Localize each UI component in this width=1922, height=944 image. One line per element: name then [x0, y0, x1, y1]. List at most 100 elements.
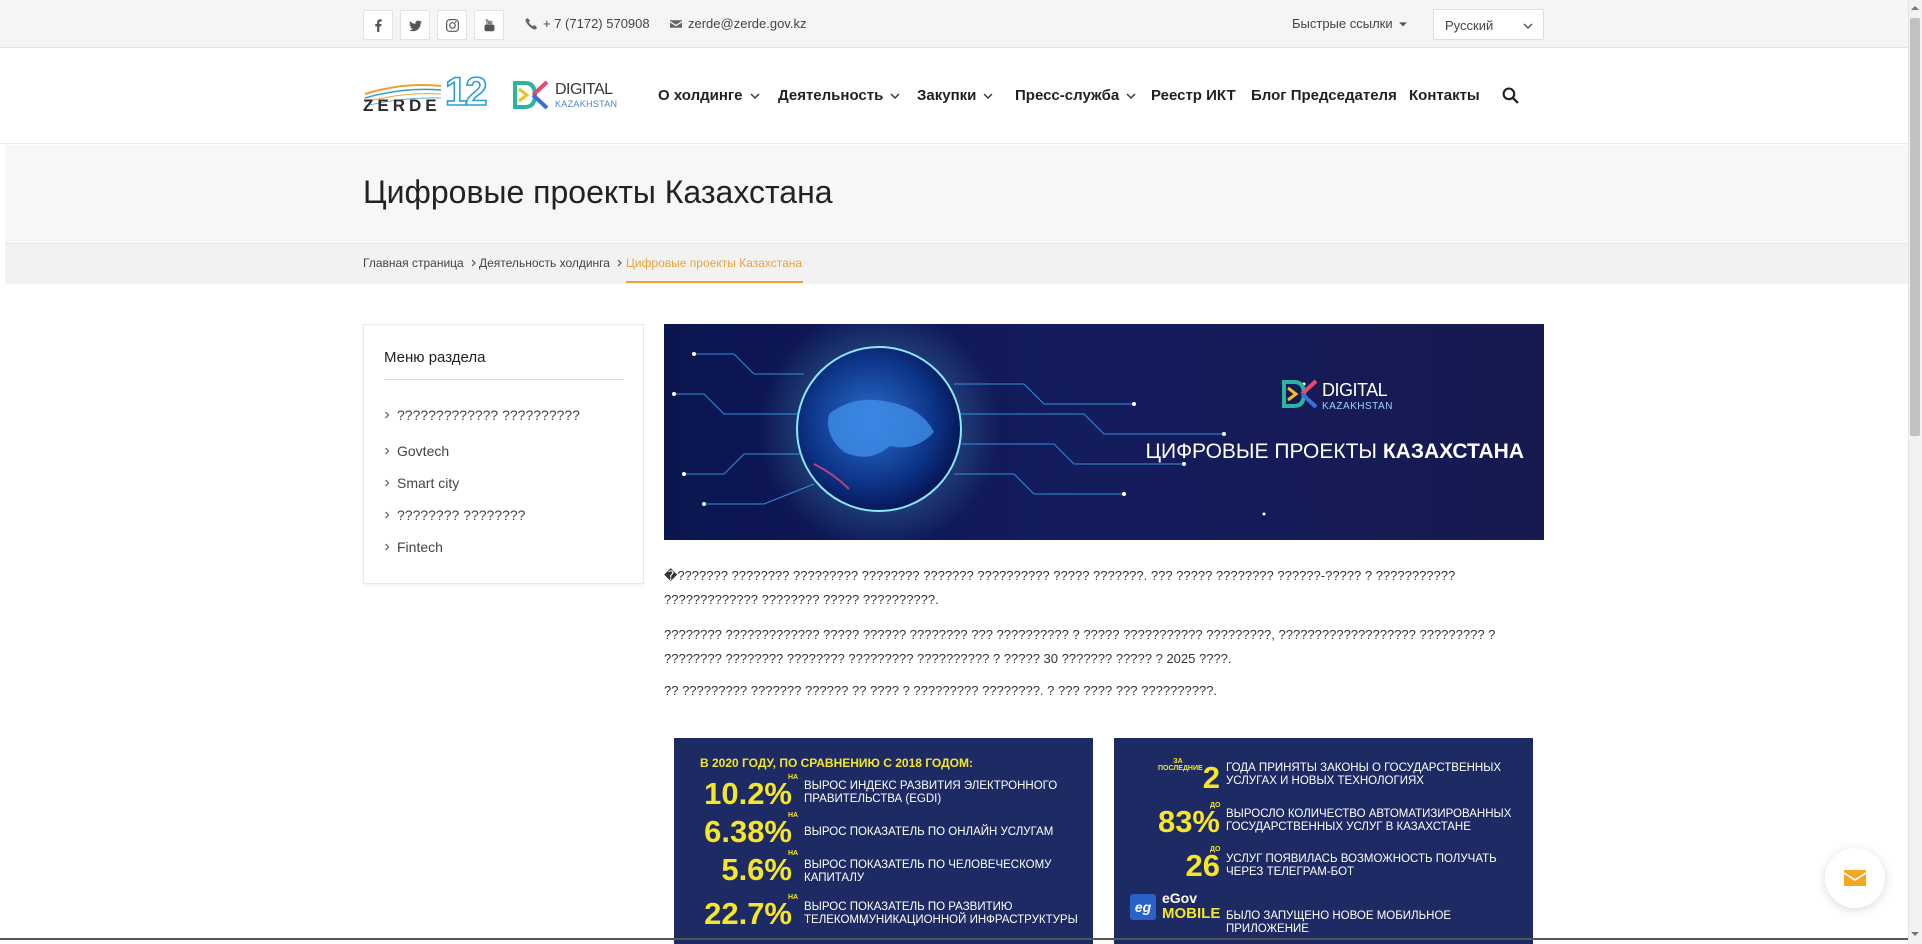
breadcrumb-label: Главная страница [363, 256, 464, 270]
nav-item-procurement[interactable]: Закупки [917, 87, 993, 104]
stat-value: 5.6% [721, 852, 792, 887]
phone-contact[interactable]: + 7 (7172) 570908 [525, 16, 650, 31]
scroll-down-arrow-icon[interactable] [1911, 930, 1919, 938]
email-address: zerde@zerde.gov.kz [688, 16, 807, 31]
section-menu-item[interactable]: ????????????? ?????????? [384, 407, 580, 423]
nav-item-label: Реестр ИКТ [1151, 87, 1236, 104]
stat-prefix: НА [788, 850, 799, 857]
facebook-link[interactable] [363, 10, 393, 40]
scroll-up-arrow-icon[interactable] [1911, 4, 1919, 12]
stat-text: БЫЛО ЗАПУЩЕНО НОВОЕ МОБИЛЬНОЕ ПРИЛОЖЕНИЕ [1226, 910, 1452, 935]
digital-kazakhstan-logo[interactable]: DIGITAL KAZAKHSTAN [513, 79, 623, 111]
zerde-logo-number: 12 [444, 69, 488, 115]
nav-item-chairman-blog[interactable]: Блог Председателя [1251, 87, 1397, 104]
phone-number: + 7 (7172) 570908 [543, 16, 650, 31]
feedback-button[interactable] [1825, 848, 1885, 908]
stat-value: 2 [1202, 760, 1220, 795]
chevron-down-icon [983, 93, 993, 99]
chevron-right-icon [385, 447, 390, 455]
quick-links-dropdown[interactable]: Быстрые ссылки [1292, 16, 1407, 31]
section-menu-item[interactable]: ???????? ???????? [384, 507, 525, 523]
chevron-right-icon [385, 543, 390, 551]
breadcrumb-label: Цифровые проекты Казахстана [626, 256, 803, 270]
stat-value: 83% [1157, 804, 1220, 839]
nav-item-label: О холдинге [658, 87, 743, 104]
envelope-icon [670, 19, 682, 28]
content-paragraph: ???????? ????????????? ????? ?????? ????… [664, 627, 1496, 666]
breadcrumb-item-current: Цифровые проекты Казахстана [626, 256, 802, 270]
banner-logo-line2: KAZAKHSTAN [1322, 401, 1393, 412]
banner-globe-graphic [672, 324, 1318, 540]
stat-text: ВЫРОС ПОКАЗАТЕЛЬ ПО ЧЕЛОВЕЧЕСКОМУ КАПИТА… [804, 859, 1052, 884]
zerde-logo[interactable]: ZERDE 12 [363, 69, 488, 116]
stat-text: ВЫРОС ПОКАЗАТЕЛЬ ПО ОНЛАЙН УСЛУГАМ [804, 826, 1054, 838]
banner-logo-line1: DIGITAL [1322, 380, 1388, 400]
email-contact[interactable]: zerde@zerde.gov.kz [670, 16, 806, 31]
page-title-band [5, 145, 1908, 243]
nav-item-label: Блог Председателя [1251, 87, 1397, 104]
nav-item-activity[interactable]: Деятельность [778, 87, 900, 104]
section-menu-item-govtech[interactable]: Govtech [384, 443, 449, 459]
stat-text: ВЫРОСЛО КОЛИЧЕСТВО АВТОМАТИЗИРОВАННЫХ ГО… [1226, 808, 1512, 833]
nav-item-about[interactable]: О холдинге [658, 87, 760, 104]
section-menu-item-label: ????????????? ?????????? [397, 407, 580, 423]
breadcrumb [5, 243, 1908, 284]
twitter-icon [408, 20, 422, 31]
banner-title-bold: КАЗАХСТАНА [1382, 440, 1524, 463]
section-menu-item-label: ???????? ???????? [397, 507, 526, 523]
breadcrumb-item-activity[interactable]: Деятельность холдинга [479, 256, 624, 270]
divider [384, 379, 624, 380]
language-select[interactable]: Русский [1433, 9, 1544, 40]
chevron-right-icon [385, 511, 390, 519]
window-bottom-edge [0, 938, 1908, 940]
quick-links-label: Быстрые ссылки [1292, 16, 1393, 31]
chevron-down-icon [1523, 23, 1533, 30]
egov-icon: eg [1130, 894, 1156, 920]
banner-title: ЦИФРОВЫЕ ПРОЕКТЫ КАЗАХСТАНА [1145, 440, 1524, 464]
digital-projects-banner: DIGITAL KAZAKHSTAN ЦИФРОВЫЕ ПРОЕКТЫ КАЗА… [664, 324, 1544, 540]
stat-text: ГОДА ПРИНЯТЫ ЗАКОНЫ О ГОСУДАРСТВЕННЫХ УС… [1226, 762, 1502, 787]
facebook-icon [374, 18, 382, 32]
section-menu-item-label: Smart city [397, 475, 460, 491]
chevron-down-icon [1126, 93, 1136, 99]
nav-item-label: Пресс-служба [1015, 87, 1120, 104]
dk-logo-mark [513, 80, 549, 110]
infographic-egov: ЗА ПОСЛЕДНИЕ 2 ГОДА ПРИНЯТЫ ЗАКОНЫ О ГОС… [1114, 738, 1533, 944]
nav-item-label: Закупки [917, 87, 977, 104]
instagram-link[interactable] [437, 10, 467, 40]
page-scrollbar-thumb[interactable] [1910, 18, 1920, 436]
stat-prefix: НА [788, 894, 799, 901]
nav-item-press[interactable]: Пресс-служба [1015, 87, 1136, 104]
zerde-logo-text: ZERDE [363, 96, 441, 115]
twitter-link[interactable] [400, 10, 430, 40]
chevron-down-icon [890, 93, 900, 99]
egov-wordmark: eGov [1162, 890, 1198, 906]
stat-prefix: НА [788, 774, 799, 781]
caret-down-icon [1398, 21, 1407, 26]
nav-item-label: Деятельность [778, 87, 884, 104]
breadcrumb-item-home[interactable]: Главная страница [363, 256, 478, 270]
nav-item-ict-registry[interactable]: Реестр ИКТ [1151, 87, 1236, 104]
youtube-link[interactable] [474, 10, 504, 40]
stat-value: 6.38% [704, 814, 792, 849]
chevron-right-icon [385, 479, 390, 487]
section-menu-item-fintech[interactable]: Fintech [384, 539, 443, 555]
stat-value: 26 [1185, 848, 1220, 883]
stat-value: 22.7% [704, 896, 792, 931]
section-menu-item-smart-city[interactable]: Smart city [384, 475, 459, 491]
search-icon[interactable] [1502, 87, 1519, 104]
section-menu-item-label: Govtech [397, 443, 450, 459]
nav-item-contacts[interactable]: Контакты [1409, 87, 1480, 104]
top-bar: + 7 (7172) 570908 zerde@zerde.gov.kz Быс… [0, 0, 1908, 48]
main-header: ZERDE 12 DIGITAL KAZAKHSTAN О холдинге Д… [0, 49, 1908, 144]
chevron-right-icon [385, 411, 390, 419]
language-value: Русский [1445, 18, 1494, 33]
stat-prefix: НА [788, 812, 799, 819]
infographic-egdi: В 2020 ГОДУ, ПО СРАВНЕНИЮ С 2018 ГОДОМ: … [674, 738, 1093, 944]
youtube-icon [484, 18, 494, 31]
page-title: Цифровые проекты Казахстана [363, 174, 833, 210]
breadcrumb-label: Деятельность холдинга [479, 256, 610, 270]
instagram-icon [445, 18, 459, 32]
phone-icon [525, 17, 537, 30]
chevron-down-icon [750, 93, 760, 99]
